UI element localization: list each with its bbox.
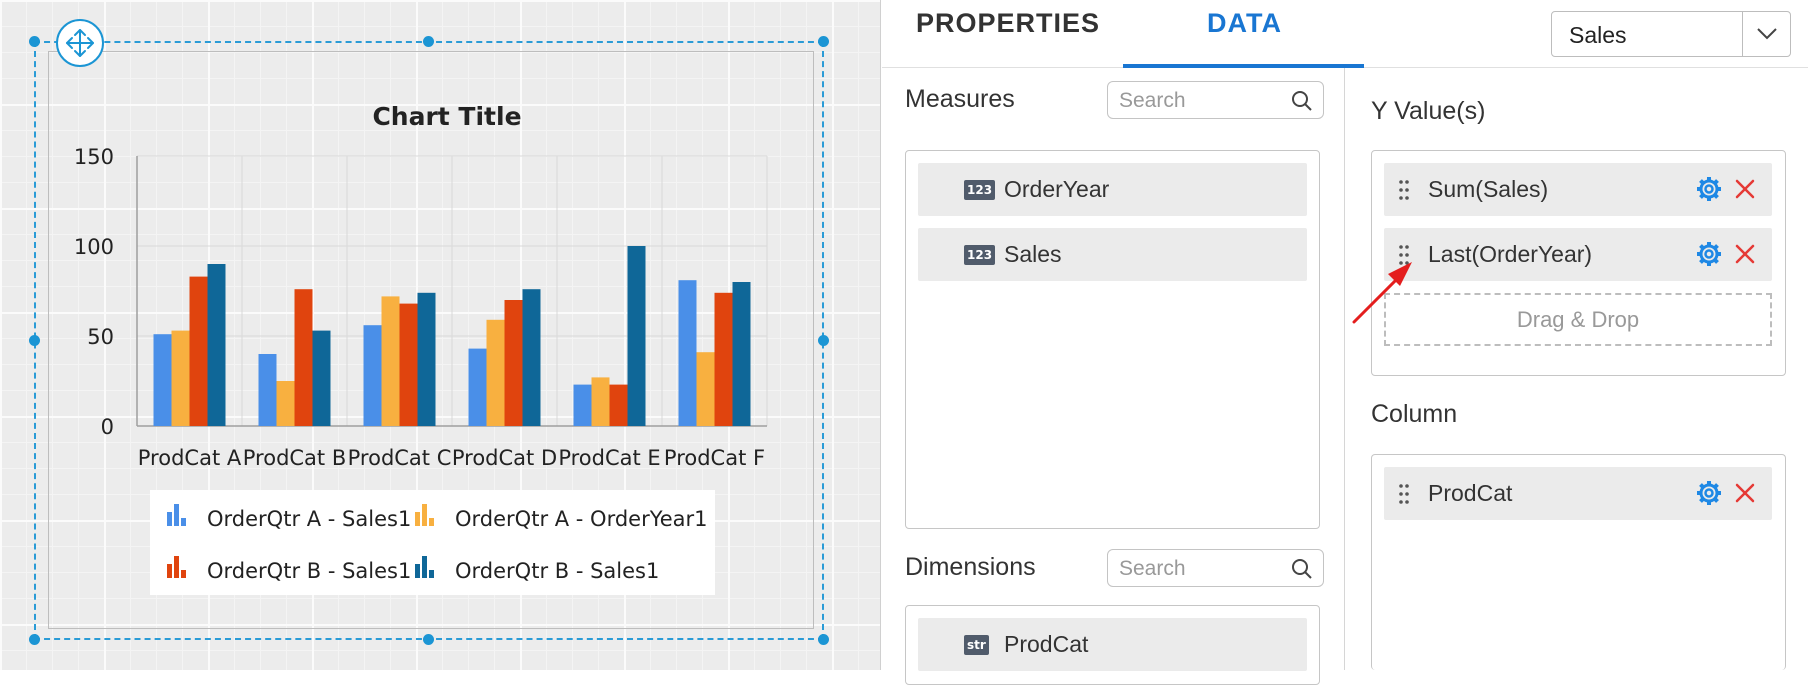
measure-item-orderyear[interactable]: 123 OrderYear bbox=[918, 163, 1307, 216]
drag-grip-icon[interactable] bbox=[1398, 179, 1410, 201]
dimensions-list: str ProdCat bbox=[905, 605, 1320, 685]
numeric-type-icon: 123 bbox=[964, 245, 996, 265]
resize-handle-bottom[interactable] bbox=[423, 634, 434, 645]
resize-handle-bottom-left[interactable] bbox=[29, 634, 40, 645]
string-type-icon: str bbox=[964, 635, 989, 655]
column-label: ProdCat bbox=[1428, 480, 1513, 506]
y-value-item-last-orderyear[interactable]: Last(OrderYear) bbox=[1384, 228, 1772, 281]
datasource-value: Sales bbox=[1569, 22, 1627, 48]
move-arrows-icon bbox=[66, 29, 94, 57]
move-handle[interactable] bbox=[56, 19, 104, 67]
y-values-dropzone[interactable]: Drag & Drop bbox=[1384, 293, 1772, 346]
drag-grip-icon[interactable] bbox=[1398, 483, 1410, 505]
y-value-item-sum-sales[interactable]: Sum(Sales) bbox=[1384, 163, 1772, 216]
y-value-label: Sum(Sales) bbox=[1428, 176, 1549, 202]
resize-handle-bottom-right[interactable] bbox=[818, 634, 829, 645]
gear-icon[interactable] bbox=[1696, 176, 1722, 202]
dimension-item-prodcat[interactable]: str ProdCat bbox=[918, 618, 1307, 671]
resize-handle-top[interactable] bbox=[423, 36, 434, 47]
selection-outline bbox=[34, 41, 824, 640]
properties-panel: PROPERTIES DATA Sales Measures Search 12… bbox=[882, 0, 1808, 685]
column-item-prodcat[interactable]: ProdCat bbox=[1384, 467, 1772, 520]
tab-properties[interactable]: PROPERTIES bbox=[916, 8, 1100, 52]
column-well: ProdCat bbox=[1371, 454, 1786, 670]
measures-title: Measures bbox=[905, 85, 1015, 113]
tab-data[interactable]: DATA bbox=[1207, 8, 1282, 52]
measure-item-sales[interactable]: 123 Sales bbox=[918, 228, 1307, 281]
measure-label: OrderYear bbox=[1004, 176, 1110, 202]
gear-icon[interactable] bbox=[1696, 241, 1722, 267]
datasource-dropdown[interactable]: Sales bbox=[1551, 11, 1791, 57]
measures-list: 123 OrderYear 123 Sales bbox=[905, 150, 1320, 529]
search-icon bbox=[1292, 91, 1312, 111]
search-icon bbox=[1292, 559, 1312, 579]
gear-icon[interactable] bbox=[1696, 480, 1722, 506]
design-canvas[interactable]: Chart Title 0 50 100 150 ProdCat A ProdCat B… bbox=[0, 0, 881, 670]
measures-search-input[interactable]: Search bbox=[1107, 81, 1324, 119]
chevron-down-icon[interactable] bbox=[1742, 12, 1790, 56]
column-title: Column bbox=[1371, 400, 1458, 428]
delete-icon[interactable] bbox=[1734, 178, 1756, 200]
dimension-label: ProdCat bbox=[1004, 631, 1089, 657]
measures-search-placeholder: Search bbox=[1119, 89, 1186, 112]
delete-icon[interactable] bbox=[1734, 482, 1756, 504]
resize-handle-right[interactable] bbox=[818, 335, 829, 346]
measure-label: Sales bbox=[1004, 241, 1062, 267]
panel-tabbar: PROPERTIES DATA Sales bbox=[882, 0, 1808, 68]
binding-column: Y Value(s) Sum(Sales) Last(OrderYear) Dr… bbox=[1346, 68, 1808, 670]
resize-handle-top-left[interactable] bbox=[29, 36, 40, 47]
numeric-type-icon: 123 bbox=[964, 180, 996, 200]
delete-icon[interactable] bbox=[1734, 243, 1756, 265]
resize-handle-top-right[interactable] bbox=[818, 36, 829, 47]
dimensions-search-input[interactable]: Search bbox=[1107, 549, 1324, 587]
dimensions-search-placeholder: Search bbox=[1119, 557, 1186, 580]
resize-handle-left[interactable] bbox=[29, 335, 40, 346]
dimensions-title: Dimensions bbox=[905, 553, 1036, 581]
y-values-title: Y Value(s) bbox=[1371, 97, 1486, 125]
field-list-column: Measures Search 123 OrderYear 123 Sales … bbox=[882, 68, 1345, 685]
y-values-well: Sum(Sales) Last(OrderYear) Drag & Drop bbox=[1371, 150, 1786, 376]
y-value-label: Last(OrderYear) bbox=[1428, 241, 1593, 267]
annotation-arrow-icon bbox=[1352, 262, 1412, 324]
